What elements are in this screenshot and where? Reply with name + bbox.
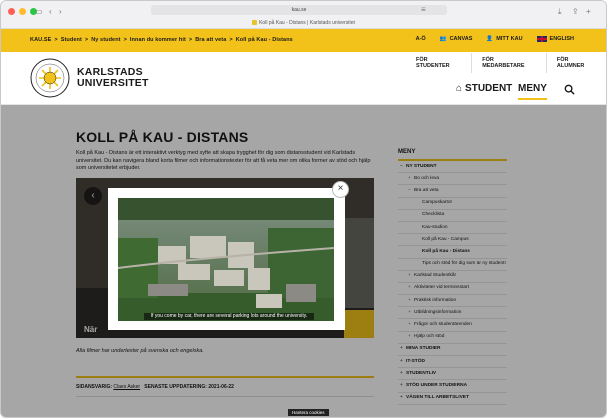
back-arrow-icon[interactable]: ‹ xyxy=(49,7,52,17)
tab-for-studenter[interactable]: FÖR STUDENTER xyxy=(406,53,471,73)
breadcrumb-sep: > xyxy=(188,37,193,43)
address-bar[interactable]: kau.se xyxy=(151,5,447,15)
breadcrumb-bra-att-veta[interactable]: Bra att veta xyxy=(195,37,226,43)
tab-for-medarbetare[interactable]: FÖR MEDARBETARE xyxy=(471,53,546,73)
minimize-window-button[interactable] xyxy=(19,8,26,15)
window-controls xyxy=(8,8,37,15)
sidebar-toggle-icon[interactable]: ▭ xyxy=(35,7,43,17)
breadcrumb-sep: > xyxy=(54,37,58,43)
download-icon[interactable]: ⤓ xyxy=(558,7,562,17)
mitt-kau-label: MITT KAU xyxy=(496,36,523,42)
ao-link[interactable]: A-Ö xyxy=(416,36,426,42)
english-link[interactable]: ENGLISH xyxy=(536,36,574,42)
search-icon[interactable] xyxy=(564,84,575,95)
browser-toolbar: ▭ ‹ › ◐ kau.se ≡ ⤓ ⇪ + Koll på Kau - Dis… xyxy=(1,1,606,29)
breadcrumb-student[interactable]: Student xyxy=(61,37,82,43)
reader-icon[interactable]: ≡ xyxy=(421,5,426,15)
cookie-settings-button[interactable]: Hantera cookies xyxy=(288,409,329,416)
canvas-link[interactable]: 👥 CANVAS xyxy=(440,36,473,42)
close-icon: × xyxy=(337,183,344,194)
uk-flag-icon xyxy=(536,36,547,42)
meny-button[interactable]: MENY xyxy=(518,83,547,100)
breadcrumb-innan[interactable]: Innan du kommer hit xyxy=(130,37,186,43)
browser-window: ▭ ‹ › ◐ kau.se ≡ ⤓ ⇪ + Koll på Kau - Dis… xyxy=(0,0,607,418)
active-tab[interactable]: Koll på Kau - Distans | Karlstads univer… xyxy=(1,18,606,28)
student-link[interactable]: ⌂ STUDENT xyxy=(456,83,512,94)
share-icon[interactable]: ⇪ xyxy=(572,7,579,17)
new-tab-icon[interactable]: + xyxy=(586,7,591,17)
breadcrumb-sep: > xyxy=(229,37,233,43)
tab-title: Koll på Kau - Distans | Karlstads univer… xyxy=(259,20,355,26)
user-group-icon: 👥 xyxy=(439,36,447,42)
forward-arrow-icon[interactable]: › xyxy=(59,7,62,17)
modal-video-frame[interactable] xyxy=(118,198,334,321)
favicon-icon xyxy=(252,20,258,26)
university-logo-icon[interactable] xyxy=(30,58,70,98)
university-name-line2: UNIVERSITET xyxy=(77,77,149,89)
address-text: kau.se xyxy=(291,7,307,13)
close-modal-button[interactable]: × xyxy=(332,181,349,198)
student-label: STUDENT xyxy=(465,83,513,94)
close-window-button[interactable] xyxy=(8,8,15,15)
tab-for-alumner[interactable]: FÖR ALUMNER xyxy=(545,53,606,73)
breadcrumb-ny-student[interactable]: Ny student xyxy=(91,37,120,43)
breadcrumb-kau[interactable]: KAU.SE xyxy=(30,37,51,43)
video-subtitle: If you come by car, there are several pa… xyxy=(144,313,314,320)
ao-label: A-Ö xyxy=(415,36,426,42)
breadcrumb: KAU.SE > Student > Ny student > Innan du komme… xyxy=(30,37,296,43)
mitt-kau-link[interactable]: 👤 MITT KAU xyxy=(486,36,522,42)
user-icon: 👤 xyxy=(486,36,494,42)
canvas-label: CANVAS xyxy=(449,36,473,42)
audience-tabs: FÖR STUDENTER FÖR MEDARBETARE FÖR ALUMNE… xyxy=(406,53,606,73)
home-icon: ⌂ xyxy=(456,83,463,94)
breadcrumb-sep: > xyxy=(123,37,127,43)
university-name[interactable]: KARLSTADS UNIVERSITET xyxy=(77,67,149,89)
english-label: ENGLISH xyxy=(549,36,574,42)
breadcrumb-sep: > xyxy=(84,37,89,43)
top-links: A-Ö 👥 CANVAS 👤 MITT KAU ENGLISH xyxy=(416,36,574,42)
breadcrumb-current: Koll på Kau - Distans xyxy=(235,37,293,43)
top-bar: KAU.SE > Student > Ny student > Innan du komme… xyxy=(1,29,606,52)
